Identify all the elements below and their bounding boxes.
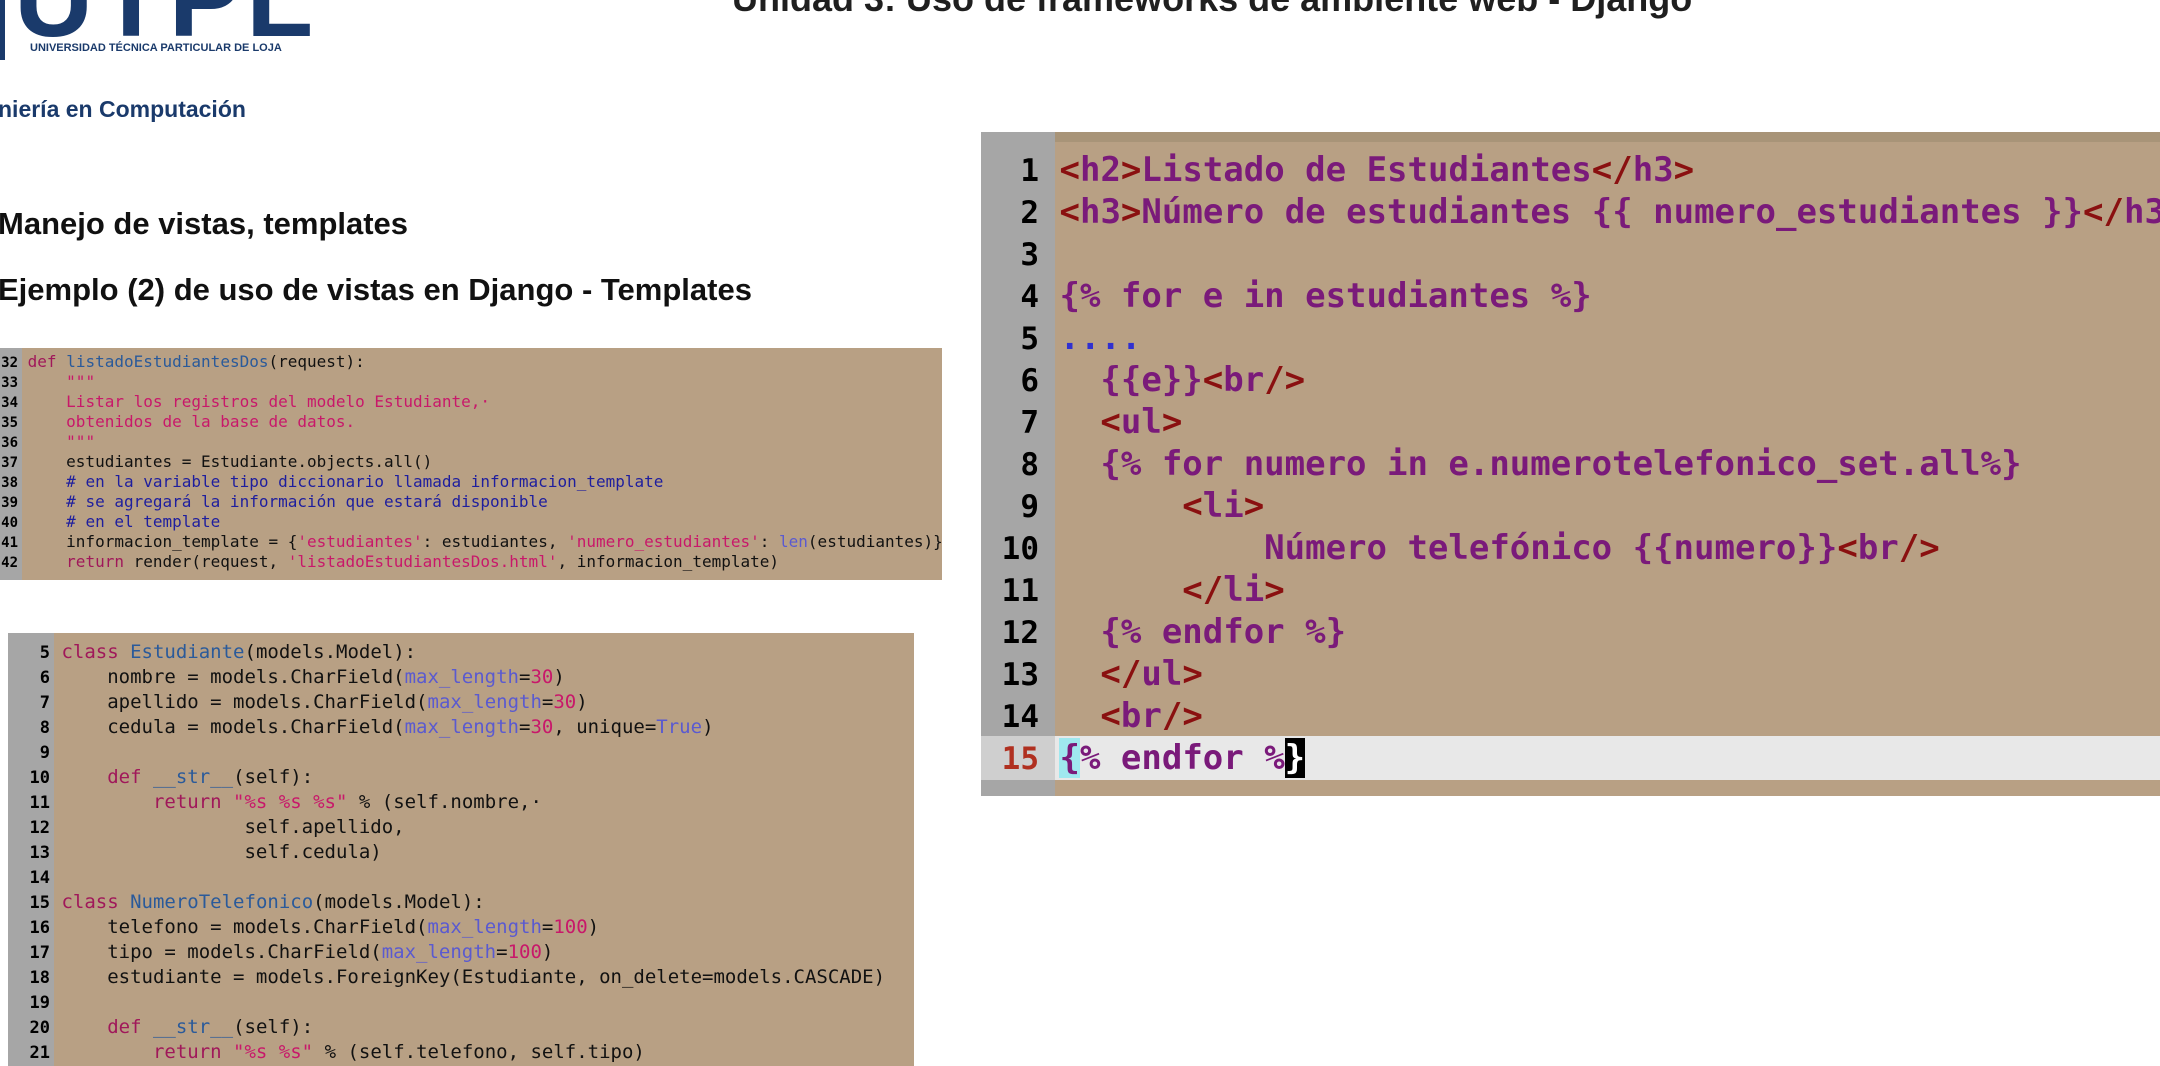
code-line: 14 <br/>	[1001, 696, 1203, 736]
code-line: 8 cedula = models.CharField(max_length=3…	[39, 716, 714, 738]
unit-title: Unidad 3: Uso de frameworks de ambiente …	[732, 0, 1692, 20]
code-line: 5 ....	[1020, 318, 1142, 358]
code-line: 34 Listar los registros del modelo Estud…	[1, 392, 491, 411]
code-line: 11 </li>	[1001, 570, 1285, 610]
code-line: 39 # se agregará la información que esta…	[1, 492, 548, 511]
code-line: 15 {% endfor %}	[1001, 738, 1306, 778]
utpl-logo: UTPL UNIVERSIDAD TÉCNICA PARTICULAR DE L…	[0, 0, 313, 62]
code-line: 3	[1020, 237, 1039, 273]
code-line: 14	[29, 868, 50, 888]
code-line: 41 informacion_template = {'estudiantes'…	[1, 532, 942, 551]
code-line: 36 """	[1, 432, 96, 451]
code-line: 19	[29, 993, 50, 1013]
department-label: niería en Computación	[0, 96, 246, 122]
code-line: 10 Número telefónico {{numero}}<br/>	[1001, 528, 1940, 568]
models-code-panel: 5 class Estudiante(models.Model): 6 nomb…	[8, 633, 914, 1066]
code-line: 6 {{e}}<br/>	[1020, 360, 1306, 400]
code-line: 13 </ul>	[1001, 654, 1203, 694]
code-line: 4 {% for e in estudiantes %}	[1020, 276, 1592, 316]
code-line: 16 telefono = models.CharField(max_lengt…	[29, 916, 600, 938]
code-line: 11 return "%s %s %s" % (self.nombre,·	[29, 791, 542, 813]
code-line: 13 self.cedula)	[29, 841, 382, 863]
editor-top-strip	[981, 132, 2160, 142]
code-line: 5 class Estudiante(models.Model):	[39, 641, 417, 663]
code-line: 17 tipo = models.CharField(max_length=10…	[29, 941, 554, 963]
code-line: 37 estudiantes = Estudiante.objects.all(…	[1, 452, 433, 471]
code-line: 9 <li>	[1020, 486, 1265, 526]
code-line: 33 """	[1, 372, 96, 391]
code-line: 1 <h2>Listado de Estudiantes</h3>	[1020, 150, 1695, 190]
code-line: 20 def __str__(self):	[29, 1016, 314, 1038]
code-line: 32 def listadoEstudiantesDos(request):	[1, 352, 365, 371]
view-code-panel: 32 def listadoEstudiantesDos(request): 3…	[0, 348, 942, 580]
code-line: 42 return render(request, 'listadoEstudi…	[1, 552, 780, 571]
code-line: 18 estudiante = models.ForeignKey(Estudi…	[29, 966, 886, 988]
code-line: 10 def __str__(self):	[29, 766, 314, 788]
example-title: Ejemplo (2) de uso de vistas en Django -…	[0, 272, 752, 307]
code-line: 38 # en la variable tipo diccionario lla…	[1, 472, 664, 491]
code-line: 9	[39, 743, 50, 763]
logo-bar	[0, 0, 5, 60]
template-code-panel: 1 <h2>Listado de Estudiantes</h3> 2 <h3>…	[981, 132, 2160, 796]
code-line: 2 <h3>Número de estudiantes {{ numero_es…	[1020, 192, 2160, 232]
code-line: 7 <ul>	[1020, 402, 1183, 442]
code-line: 8 {% for numero in e.numerotelefonico_se…	[1020, 444, 2022, 484]
code-line: 40 # en el template	[1, 512, 221, 531]
code-line: 7 apellido = models.CharField(max_length…	[39, 691, 588, 713]
code-line: 6 nombre = models.CharField(max_length=3…	[39, 666, 565, 688]
section-title: Manejo de vistas, templates	[0, 206, 409, 241]
code-line: 12 self.apellido,	[29, 816, 405, 838]
code-line: 12 {% endfor %}	[1001, 612, 1347, 652]
code-line: 21 return "%s %s" % (self.telefono, self…	[29, 1041, 645, 1063]
code-line: 15 class NumeroTelefonico(models.Model):	[29, 891, 485, 913]
code-line: 35 obtenidos de la base de datos.	[1, 412, 356, 431]
logo-subtext: UNIVERSIDAD TÉCNICA PARTICULAR DE LOJA	[30, 42, 282, 54]
